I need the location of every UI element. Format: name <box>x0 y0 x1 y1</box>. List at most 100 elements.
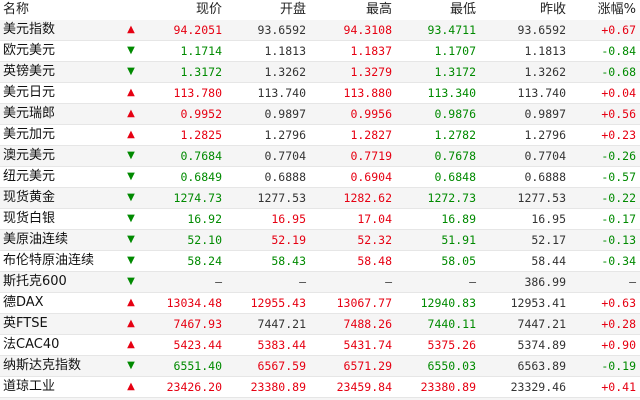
open-price: 113.740 <box>230 82 314 104</box>
change-percent: +0.67 <box>574 20 640 41</box>
prev-close-price: 113.740 <box>484 82 574 104</box>
low-price: 16.89 <box>400 208 484 230</box>
header-current[interactable]: 现价 <box>142 0 230 20</box>
prev-close-price: 1.3262 <box>484 61 574 83</box>
change-percent: -0.84 <box>574 40 640 62</box>
current-price: 0.6849 <box>142 166 230 188</box>
low-price: 58.05 <box>400 250 484 272</box>
quote-row[interactable]: 道琼工业 ▲ 23426.20 23380.89 23459.84 23380.89 233… <box>0 376 640 398</box>
instrument-name: 美原油连续 <box>0 229 120 251</box>
high-price: 0.9956 <box>314 103 400 125</box>
header-row: 名称 现价 开盘 最高 最低 昨收 涨幅% <box>0 0 640 20</box>
header-open[interactable]: 开盘 <box>230 0 314 20</box>
open-price: 5383.44 <box>230 334 314 356</box>
up-triangle-icon: ▲ <box>120 82 142 104</box>
open-price: 16.95 <box>230 208 314 230</box>
open-price: — <box>230 271 314 293</box>
low-price: 1272.73 <box>400 187 484 209</box>
header-low[interactable]: 最低 <box>400 0 484 20</box>
current-price: 58.24 <box>142 250 230 272</box>
quote-row[interactable]: 欧元美元 ▼ 1.1714 1.1813 1.1837 1.1707 1.1813 -0.84 <box>0 40 640 62</box>
instrument-name: 斯托克600 <box>0 271 120 293</box>
up-triangle-icon: ▲ <box>120 292 142 314</box>
quote-row[interactable]: 美原油连续 ▼ 52.10 52.19 52.32 51.91 52.17 -0.13 <box>0 229 640 251</box>
quote-row[interactable]: 英镑美元 ▼ 1.3172 1.3262 1.3279 1.3172 1.3262 -0.68 <box>0 61 640 83</box>
instrument-name: 美元指数 <box>0 20 120 41</box>
prev-close-price: 58.44 <box>484 250 574 272</box>
prev-close-price: 6563.89 <box>484 355 574 377</box>
current-price: 1.2825 <box>142 124 230 146</box>
open-price: 7447.21 <box>230 313 314 335</box>
change-percent: +0.90 <box>574 334 640 356</box>
change-percent: +0.41 <box>574 376 640 398</box>
current-price: 13034.48 <box>142 292 230 314</box>
down-triangle-icon: ▼ <box>120 250 142 272</box>
open-price: 23380.89 <box>230 376 314 398</box>
quote-row[interactable]: 纳斯达克指数 ▼ 6551.40 6567.59 6571.29 6550.03 6563.… <box>0 355 640 377</box>
high-price: 0.6904 <box>314 166 400 188</box>
instrument-name: 现货黄金 <box>0 187 120 209</box>
prev-close-price: 12953.41 <box>484 292 574 314</box>
current-price: 0.7684 <box>142 145 230 167</box>
change-percent: -0.26 <box>574 145 640 167</box>
low-price: 51.91 <box>400 229 484 251</box>
prev-close-price: 7447.21 <box>484 313 574 335</box>
instrument-name: 纽元美元 <box>0 166 120 188</box>
high-price: 113.880 <box>314 82 400 104</box>
header-change-pct[interactable]: 涨幅% <box>574 0 640 20</box>
header-prev-close[interactable]: 昨收 <box>484 0 574 20</box>
quote-row[interactable]: 斯托克600 ▼ — — — —386.99— <box>0 271 640 293</box>
high-price: 23459.84 <box>314 376 400 398</box>
header-name[interactable]: 名称 <box>0 0 120 20</box>
quote-table: 名称 现价 开盘 最高 最低 昨收 涨幅% 美元指数 ▲ 94.2051 93.659… <box>0 0 640 400</box>
open-price: 1.1813 <box>230 40 314 62</box>
instrument-name: 美元日元 <box>0 82 120 104</box>
low-price: 23380.89 <box>400 376 484 398</box>
quote-row[interactable]: 美元日元 ▲ 113.780 113.740 113.880 113.340 113.740… <box>0 82 640 104</box>
open-price: 52.19 <box>230 229 314 251</box>
change-percent: -0.19 <box>574 355 640 377</box>
quote-row[interactable]: 英FTSE ▲ 7467.93 7447.21 7488.26 7440.11 7447.2… <box>0 313 640 335</box>
quote-row[interactable]: 澳元美元 ▼ 0.7684 0.7704 0.7719 0.7678 0.7704 -0.26 <box>0 145 640 167</box>
quote-row[interactable]: 美元瑞郎 ▲ 0.9952 0.9897 0.9956 0.9876 0.9897 +0.56 <box>0 103 640 125</box>
instrument-name: 英镑美元 <box>0 61 120 83</box>
current-price: 16.92 <box>142 208 230 230</box>
change-percent: -0.34 <box>574 250 640 272</box>
prev-close-price: 386.99 <box>484 271 574 293</box>
down-triangle-icon: ▼ <box>120 145 142 167</box>
down-triangle-icon: ▼ <box>120 187 142 209</box>
prev-close-price: 5374.89 <box>484 334 574 356</box>
high-price: 1.1837 <box>314 40 400 62</box>
down-triangle-icon: ▼ <box>120 166 142 188</box>
instrument-name: 道琼工业 <box>0 376 120 398</box>
instrument-name: 美元瑞郎 <box>0 103 120 125</box>
current-price: 5423.44 <box>142 334 230 356</box>
quote-row[interactable]: 法CAC40 ▲ 5423.44 5383.44 5431.74 5375.26 5374.… <box>0 334 640 356</box>
quote-row[interactable]: 美元指数 ▲ 94.2051 93.6592 94.3108 93.4711 93.6592… <box>0 20 640 41</box>
high-price: 17.04 <box>314 208 400 230</box>
current-price: 6551.40 <box>142 355 230 377</box>
change-percent: +0.28 <box>574 313 640 335</box>
current-price: 0.9952 <box>142 103 230 125</box>
instrument-name: 纳斯达克指数 <box>0 355 120 377</box>
quote-row[interactable]: 现货白银 ▼ 16.92 16.95 17.04 16.89 16.95 -0.17 <box>0 208 640 230</box>
quote-row[interactable]: 布伦特原油连续 ▼ 58.24 58.43 58.48 58.05 58.44 -0.34 <box>0 250 640 272</box>
up-triangle-icon: ▲ <box>120 313 142 335</box>
quote-row[interactable]: 美元加元 ▲ 1.2825 1.2796 1.2827 1.2782 1.2796 +0.23 <box>0 124 640 146</box>
prev-close-price: 0.6888 <box>484 166 574 188</box>
header-high[interactable]: 最高 <box>314 0 400 20</box>
quote-row[interactable]: 纽元美元 ▼ 0.6849 0.6888 0.6904 0.6848 0.6888 -0.57 <box>0 166 640 188</box>
current-price: — <box>142 271 230 293</box>
low-price: 0.6848 <box>400 166 484 188</box>
open-price: 0.9897 <box>230 103 314 125</box>
current-price: 52.10 <box>142 229 230 251</box>
down-triangle-icon: ▼ <box>120 40 142 62</box>
instrument-name: 德DAX <box>0 292 120 314</box>
low-price: 1.3172 <box>400 61 484 83</box>
quote-row[interactable]: 现货黄金 ▼ 1274.73 1277.53 1282.62 1272.73 1277.53… <box>0 187 640 209</box>
prev-close-price: 16.95 <box>484 208 574 230</box>
high-price: 6571.29 <box>314 355 400 377</box>
open-price: 1277.53 <box>230 187 314 209</box>
quote-row[interactable]: 德DAX ▲ 13034.48 12955.43 13067.77 12940.83 129… <box>0 292 640 314</box>
up-triangle-icon: ▲ <box>120 103 142 125</box>
